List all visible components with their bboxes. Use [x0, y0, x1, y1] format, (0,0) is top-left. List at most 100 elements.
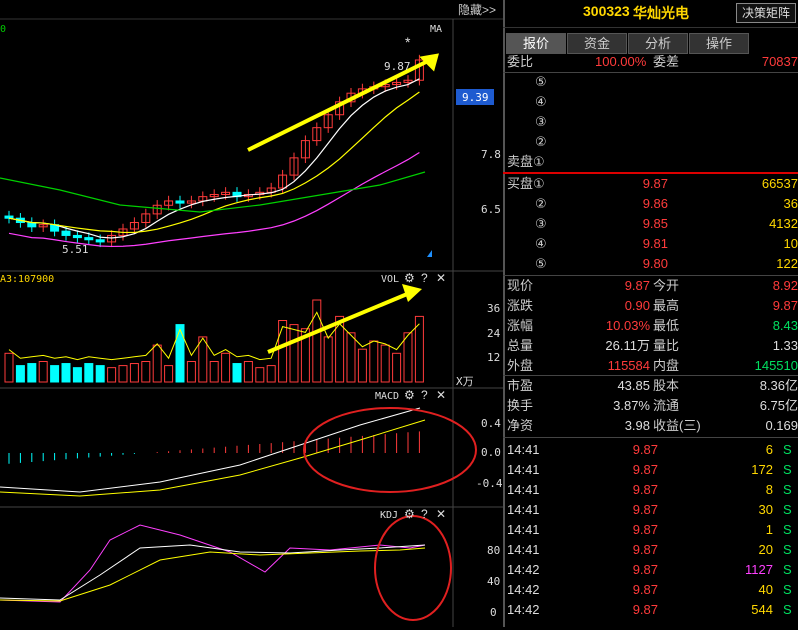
volume-bar: [392, 352, 402, 383]
fundamental-row: 市盈 43.85 股本 8.36亿: [503, 376, 798, 396]
quote-value: 9.87: [772, 298, 798, 313]
vol-settings-icon[interactable]: ⚙: [404, 271, 415, 285]
volume-bar: [15, 365, 25, 383]
buy-level-label: ④: [535, 236, 547, 251]
price-axis-tick: 6.5: [481, 203, 501, 216]
quote-key: 内盘: [653, 358, 680, 373]
tick-price: 9.87: [632, 522, 658, 537]
vol-unit: X万: [456, 375, 474, 388]
volume-bar: [152, 344, 162, 383]
tick-price: 9.87: [632, 482, 658, 497]
macd-axis-tick: 0.4: [481, 417, 501, 430]
fundamental-value: 8.36亿: [759, 378, 798, 393]
tick-side: S: [783, 482, 792, 497]
kdj-close-icon[interactable]: ✕: [436, 507, 446, 521]
vol-axis-tick: 24: [487, 327, 501, 340]
quote-row: 现价 9.87 今开 8.92: [503, 276, 798, 296]
candle-body: [95, 239, 105, 243]
sell-level-1: 卖盘①: [503, 152, 798, 172]
quote-key: 总量: [507, 338, 534, 353]
hide-button[interactable]: 隐藏>>: [458, 1, 496, 18]
tick-row: 14:42 9.87 1127 S: [503, 560, 798, 580]
quote-row: 涨幅 10.03% 最低 8.43: [503, 316, 798, 336]
quote-key: 外盘: [507, 358, 534, 373]
candle-body: [4, 215, 14, 219]
sell-level-label: ④: [535, 94, 547, 109]
quote-key: 现价: [507, 278, 534, 293]
tick-side: S: [783, 502, 792, 517]
buy-price: 9.86: [642, 196, 668, 211]
quote-panel: 300323 华灿光电 决策矩阵 报价 资金 分析 操作 委比 100.00% …: [503, 0, 798, 627]
fundamental-key: 市盈: [507, 378, 534, 393]
tick-price: 9.87: [632, 582, 658, 597]
volume-bar: [4, 352, 14, 383]
volume-bar: [403, 332, 413, 383]
tab-analysis[interactable]: 分析: [628, 33, 688, 54]
kdj-help-icon[interactable]: ?: [421, 507, 428, 521]
volume-bar: [164, 365, 174, 383]
volume-bar: [232, 363, 242, 383]
quote-value: 8.92: [772, 278, 798, 293]
quote-row: 外盘 115584 内盘 145510: [503, 356, 798, 376]
buy-level-row: ③ 9.85 4132: [503, 214, 798, 234]
tick-time: 14:42: [507, 602, 540, 617]
decision-matrix-button[interactable]: 决策矩阵: [736, 3, 796, 23]
kdj-tag[interactable]: KDJ: [380, 510, 398, 521]
buy-level-label: 买盘①: [507, 176, 545, 191]
quote-value: 26.11万: [605, 338, 650, 353]
volume-bar: [186, 361, 196, 383]
order-ratio-label: 委比: [507, 54, 534, 69]
tick-price: 9.87: [632, 442, 658, 457]
stock-code: 300323: [583, 3, 630, 19]
tab-operation[interactable]: 操作: [689, 33, 749, 54]
quote-key: 涨幅: [507, 318, 534, 333]
high-price-label: 9.87: [384, 60, 411, 73]
volume-bar: [346, 332, 356, 383]
tab-funds[interactable]: 资金: [567, 33, 627, 54]
tick-time: 14:41: [507, 522, 540, 537]
quote-row: 涨跌 0.90 最高 9.87: [503, 296, 798, 316]
vol-help-icon[interactable]: ?: [421, 271, 428, 285]
vol-tag[interactable]: VOL: [381, 274, 399, 285]
indicator-value: 0: [0, 24, 7, 35]
star-marker: *: [405, 34, 411, 50]
macd-help-icon[interactable]: ?: [421, 388, 428, 402]
volume-ma-line: [8, 311, 420, 361]
buy-volume: 66537: [761, 176, 798, 191]
ma-line: [0, 171, 426, 213]
tick-row: 14:41 9.87 30 S: [503, 500, 798, 520]
tab-quote[interactable]: 报价: [506, 33, 566, 54]
buy-level-label: ②: [535, 196, 547, 211]
trend-arrow: [247, 58, 431, 152]
sell-level-4: ④: [503, 92, 798, 112]
volume-bar: [357, 348, 367, 383]
tick-row: 14:42 9.87 40 S: [503, 580, 798, 600]
volume-bar: [255, 367, 265, 383]
tick-time: 14:41: [507, 542, 540, 557]
stock-name: 华灿光电: [633, 5, 689, 21]
vol-close-icon[interactable]: ✕: [436, 271, 446, 285]
sell-level-3: ③: [503, 112, 798, 132]
macd-settings-icon[interactable]: ⚙: [404, 388, 415, 402]
tick-row: 14:42 9.87 544 S: [503, 600, 798, 620]
price-axis-tick: 7.8: [481, 148, 501, 161]
ma-label[interactable]: MA: [430, 24, 442, 35]
buy-price: 9.80: [642, 256, 668, 271]
kdj-axis-tick: 0: [490, 606, 497, 619]
chart-canvas: [0, 18, 503, 627]
quote-value: 145510: [754, 358, 798, 373]
kdj-settings-icon[interactable]: ⚙: [404, 507, 415, 521]
macd-close-icon[interactable]: ✕: [436, 388, 446, 402]
macd-dea-line: [0, 419, 426, 497]
volume-bar: [175, 324, 185, 383]
volume-bar: [243, 361, 253, 383]
stock-chart[interactable]: 隐藏>> 0 MA * 9.87 5.51 9.39 7.8 6.5 A3:10…: [0, 0, 503, 627]
tick-time: 14:41: [507, 482, 540, 497]
volume-bar: [323, 336, 333, 383]
quote-value: 8.43: [772, 318, 798, 333]
tick-row: 14:41 9.87 1 S: [503, 520, 798, 540]
macd-tag[interactable]: MACD: [375, 391, 399, 402]
volume-bar: [61, 363, 71, 383]
fundamental-value: 43.85: [617, 378, 650, 393]
buy-price: 9.85: [642, 216, 668, 231]
